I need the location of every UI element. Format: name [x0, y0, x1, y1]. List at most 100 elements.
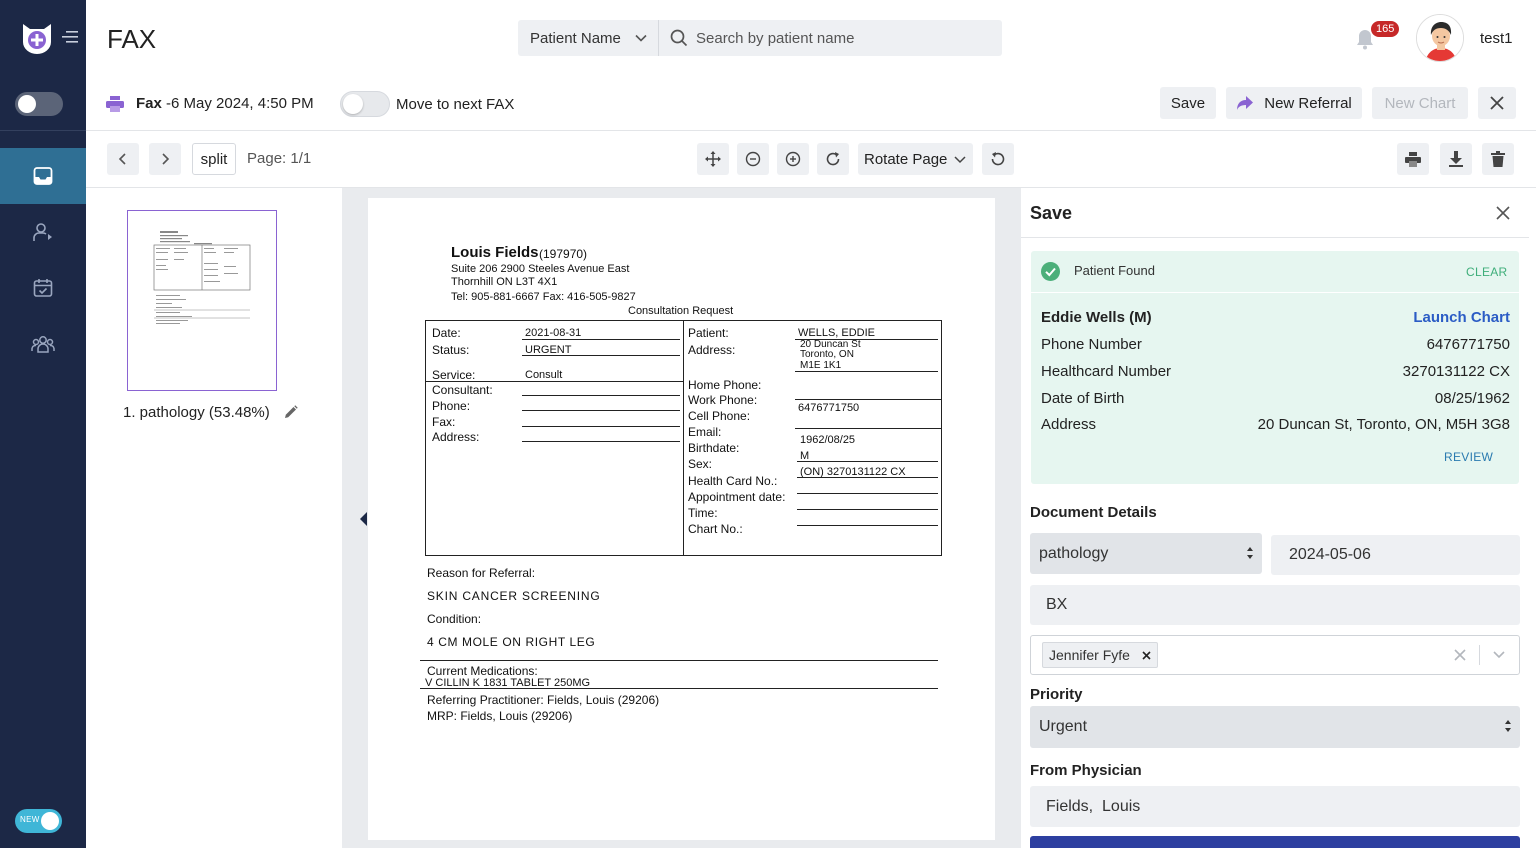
- pan-button[interactable]: [697, 143, 729, 175]
- document-date-field[interactable]: 2024-05-06: [1271, 535, 1520, 575]
- chevron-down-icon[interactable]: [1492, 649, 1506, 661]
- doc-mrp: MRP: Fields, Louis (29206): [427, 709, 573, 723]
- toggle-knob: [343, 94, 363, 114]
- new-ui-toggle[interactable]: NEW: [15, 809, 62, 833]
- page-title: FAX: [107, 24, 157, 54]
- chevron-down-icon: [635, 34, 647, 42]
- doc-rule: [797, 509, 938, 510]
- team-icon: [31, 336, 55, 353]
- page-indicator: Page: 1/1: [247, 150, 312, 167]
- launch-chart-link[interactable]: Launch Chart: [1413, 309, 1510, 326]
- search-type-select[interactable]: Patient Name: [518, 20, 659, 56]
- prev-page-button[interactable]: [107, 143, 139, 175]
- share-arrow-icon: [1237, 96, 1254, 110]
- select-arrows-icon: [1247, 547, 1253, 559]
- print-icon: [1405, 151, 1421, 167]
- zoom-in-button[interactable]: [777, 143, 809, 175]
- healthcard-label: Healthcard Number: [1041, 363, 1172, 380]
- patient-name: Eddie Wells (M): [1041, 309, 1152, 326]
- chevron-right-icon: [162, 153, 170, 165]
- app-root: NEW FAX Patient Name 165 t: [0, 0, 1536, 848]
- zoom-out-button[interactable]: [737, 143, 769, 175]
- move-next-toggle[interactable]: [340, 91, 390, 117]
- doc-label-chart: Chart No.:: [688, 522, 743, 536]
- rotate-page-label: Rotate Page: [864, 150, 948, 168]
- undo-rotate-button[interactable]: [982, 143, 1014, 175]
- patient-found-label: Patient Found: [1074, 263, 1155, 278]
- inbox-icon: [33, 167, 53, 185]
- zoom-out-icon: [745, 151, 761, 167]
- doc-address-line1: Suite 206 2900 Steeles Avenue East: [451, 263, 630, 275]
- doc-rule: [420, 660, 938, 661]
- menu-collapse-icon[interactable]: [62, 30, 78, 44]
- patient-detail-row: Date of Birth 08/25/1962: [1041, 390, 1510, 407]
- user-avatar-icon: [1417, 15, 1463, 61]
- rotate-page-select[interactable]: Rotate Page: [858, 143, 973, 175]
- remove-tag-icon[interactable]: [1142, 650, 1151, 660]
- doc-reason: SKIN CANCER SCREENING: [427, 589, 601, 603]
- move-next-label: Move to next FAX: [396, 96, 515, 113]
- move-arrows-icon: [705, 151, 721, 167]
- address-label: Address: [1041, 416, 1097, 433]
- doc-rule: [522, 339, 680, 340]
- app-logo-icon[interactable]: [20, 20, 54, 54]
- doc-meds-label: Current Medications:: [427, 664, 538, 678]
- doc-label-time: Time:: [688, 506, 718, 520]
- description-field[interactable]: BX: [1030, 585, 1520, 625]
- submit-button[interactable]: [1030, 836, 1520, 848]
- next-page-button[interactable]: [149, 143, 181, 175]
- avatar[interactable]: [1416, 14, 1464, 62]
- clear-link[interactable]: CLEAR: [1466, 265, 1508, 279]
- pencil-icon[interactable]: [284, 405, 298, 419]
- fax-date: -6 May 2024, 4:50 PM: [166, 95, 314, 112]
- doc-rule: [425, 381, 683, 382]
- patient-search: Patient Name: [518, 20, 1002, 56]
- delete-button[interactable]: [1482, 143, 1514, 175]
- sidebar-item-inbox[interactable]: [0, 148, 86, 204]
- doc-label-work-phone: Work Phone:: [688, 393, 758, 407]
- doc-rule: [797, 493, 938, 494]
- sidebar-item-calendar[interactable]: [0, 260, 86, 316]
- doc-label-fax: Fax:: [432, 415, 456, 429]
- split-button[interactable]: split: [192, 143, 236, 175]
- doc-condition-label: Condition:: [427, 612, 482, 626]
- doc-value-patient: WELLS, EDDIE: [798, 327, 876, 339]
- save-button[interactable]: Save: [1160, 87, 1216, 119]
- doc-value-cell-phone: 6476771750: [798, 402, 860, 414]
- sidebar-item-referrals[interactable]: [0, 204, 86, 260]
- doc-rule: [522, 426, 680, 427]
- sidebar-item-team[interactable]: [0, 316, 86, 372]
- new-referral-button[interactable]: New Referral: [1226, 87, 1362, 119]
- doc-address-line2: Thornhill ON L3T 4X1: [451, 276, 558, 288]
- doc-form-divider: [683, 320, 684, 556]
- rotate-button[interactable]: [817, 143, 849, 175]
- doc-label-address-right: Address:: [688, 343, 736, 357]
- sidebar-mode-toggle[interactable]: [15, 92, 63, 116]
- priority-value: Urgent: [1039, 718, 1088, 735]
- priority-label: Priority: [1030, 686, 1083, 703]
- phone-label: Phone Number: [1041, 336, 1142, 353]
- doc-sender-id: (197970): [539, 247, 588, 261]
- document-type-select[interactable]: pathology: [1030, 533, 1262, 574]
- review-link[interactable]: REVIEW: [1444, 450, 1493, 464]
- doc-label-appointment: Appointment date:: [688, 490, 786, 504]
- thumbnail-caption: 1. pathology (53.48%): [123, 404, 270, 421]
- fax-info: Fax -6 May 2024, 4:50 PM: [136, 95, 314, 112]
- doc-label-consultant: Consultant:: [432, 383, 493, 397]
- patient-detail-row: Phone Number 6476771750: [1041, 336, 1510, 353]
- priority-select[interactable]: Urgent: [1030, 706, 1520, 748]
- new-ui-label: NEW: [20, 815, 40, 824]
- clear-selection-icon[interactable]: [1454, 649, 1466, 661]
- print-button[interactable]: [1397, 143, 1429, 175]
- page-thumbnail[interactable]: [127, 210, 277, 391]
- doc-value-addr2: Toronto, ON: [800, 349, 854, 360]
- new-chart-button[interactable]: New Chart: [1372, 87, 1468, 119]
- search-input[interactable]: [696, 20, 996, 56]
- download-button[interactable]: [1440, 143, 1472, 175]
- username[interactable]: test1: [1480, 30, 1513, 47]
- close-icon[interactable]: [1495, 205, 1511, 221]
- from-physician-field[interactable]: Fields, Louis: [1030, 786, 1520, 827]
- doc-label-sex: Sex:: [688, 457, 713, 471]
- close-fax-button[interactable]: [1478, 87, 1516, 119]
- doc-referring: Referring Practitioner: Fields, Louis (2…: [427, 693, 660, 707]
